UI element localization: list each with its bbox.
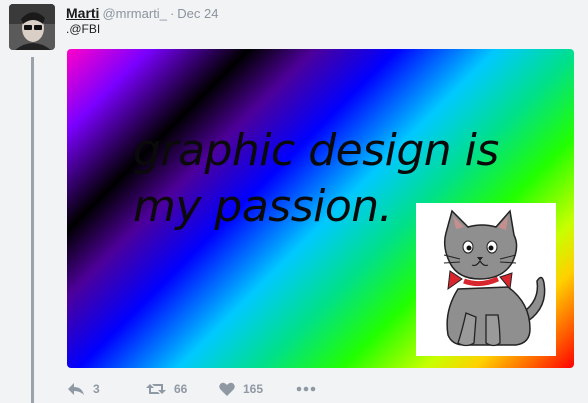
tweet: Marti @mrmarti_ · Dec 24 .@FBI graphic desi… [0, 0, 588, 403]
retweet-icon [146, 382, 166, 396]
tweet-date[interactable]: Dec 24 [177, 6, 218, 21]
separator-dot: · [169, 6, 175, 21]
author-name[interactable]: Marti [66, 5, 99, 21]
reply-button[interactable]: 3 [67, 382, 115, 396]
heart-icon [219, 382, 235, 396]
reply-count: 3 [93, 382, 100, 396]
retweet-count: 66 [174, 382, 188, 396]
reply-icon [67, 382, 85, 396]
more-button[interactable] [296, 386, 316, 392]
tweet-media-image[interactable]: graphic design is my passion. [67, 49, 574, 368]
author-handle[interactable]: @mrmarti_ [102, 6, 166, 21]
like-count: 165 [243, 382, 264, 396]
avatar[interactable] [9, 4, 55, 50]
more-dots-icon [296, 386, 316, 392]
retweet-button[interactable]: 66 [146, 382, 204, 396]
tweet-header: Marti @mrmarti_ · Dec 24 [66, 5, 218, 21]
like-button[interactable]: 165 [219, 382, 275, 396]
cat-clipart [416, 203, 556, 356]
media-caption-line-1: graphic design is [133, 125, 499, 176]
tweet-actions: 3 66 165 [67, 380, 316, 398]
thread-line [31, 57, 34, 403]
tweet-text: .@FBI [66, 22, 101, 36]
